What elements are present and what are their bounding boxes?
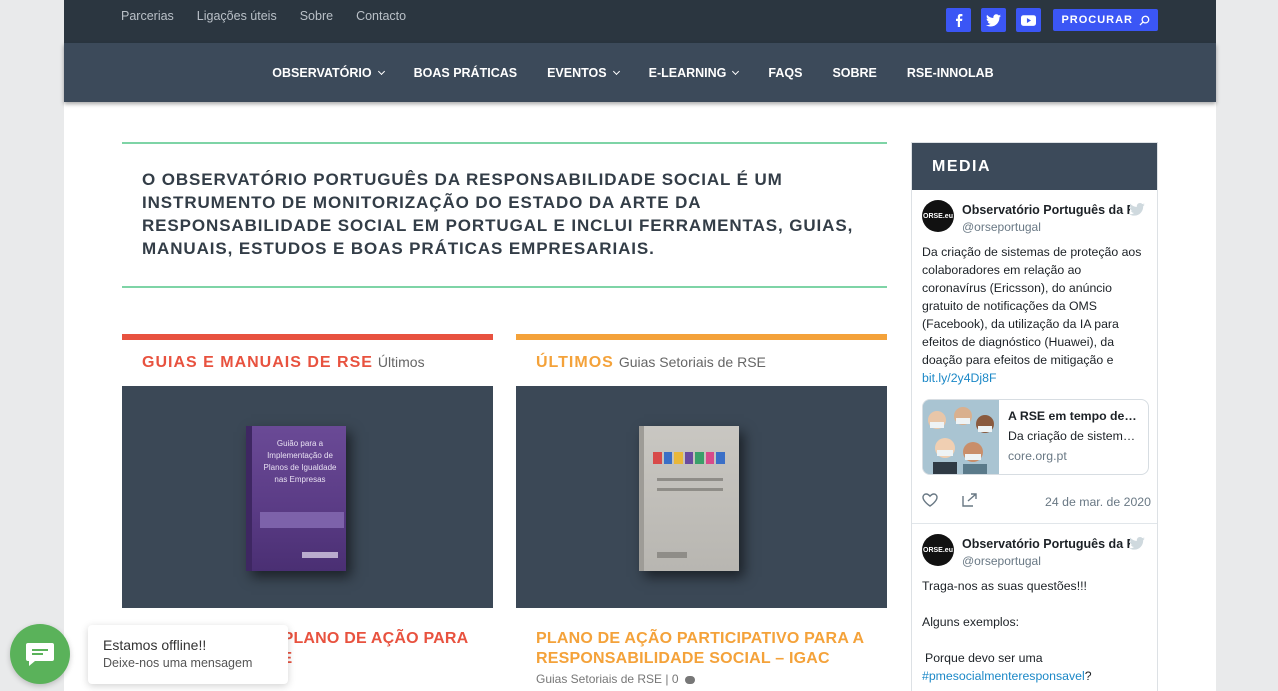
avatar[interactable]: ORSE.eu — [922, 200, 954, 232]
tweet-link[interactable]: bit.ly/2y4Dj8F — [922, 371, 997, 385]
nav-item-label: OBSERVATÓRIO — [272, 65, 372, 80]
nav-item-rse-innolab[interactable]: RSE-INNOLAB — [907, 66, 994, 80]
book-cover-igac — [639, 426, 739, 571]
media-widget: MEDIA ORSE.eu Observatório Português da … — [911, 142, 1158, 691]
nav-item-observatorio[interactable]: OBSERVATÓRIO — [272, 65, 385, 80]
twitter-icon[interactable] — [981, 8, 1007, 32]
tweet-line: Porque devo ser uma — [925, 651, 1043, 665]
comment-icon — [684, 675, 695, 684]
facebook-icon[interactable] — [946, 8, 972, 32]
chevron-down-icon — [377, 67, 385, 75]
card-title[interactable]: GUIAS E MANUAIS DE RSE — [142, 354, 373, 372]
tweet-divider — [912, 523, 1157, 524]
post-title[interactable]: PLANO DE AÇÃO PARTICIPATIVO PARA A RESPO… — [536, 629, 866, 669]
top-link-sobre[interactable]: Sobre — [300, 9, 333, 23]
post-meta: Guias Setoriais de RSE | 0 — [536, 672, 695, 686]
top-bar: Parcerias Ligações úteis Sobre Contacto … — [64, 0, 1216, 43]
avatar[interactable]: ORSE.eu — [922, 534, 954, 566]
tweet-line: Traga-nos as suas questões!!! — [922, 579, 1087, 593]
chevron-down-icon — [612, 67, 620, 75]
chat-prompt: Deixe-nos uma mensagem — [103, 656, 253, 670]
nav-item-e-learning[interactable]: E-LEARNING — [648, 65, 740, 80]
search-button-label: PROCURAR — [1061, 14, 1133, 26]
link-preview-thumbnail — [923, 400, 999, 474]
tweet-actions: 24 de mar. de 2020 — [922, 492, 1151, 512]
heart-icon[interactable] — [922, 493, 938, 507]
link-preview-title: A RSE em tempo de … — [1008, 409, 1138, 423]
top-links: Parcerias Ligações úteis Sobre Contacto — [121, 9, 406, 23]
card-subtitle[interactable]: Guias Setoriais de RSE — [619, 354, 766, 370]
card-title[interactable]: ÚLTIMOS — [536, 354, 614, 372]
link-preview-card[interactable]: A RSE em tempo de … Da criação de sistem… — [922, 399, 1149, 475]
chevron-down-icon — [732, 67, 740, 75]
nav-item-eventos[interactable]: EVENTOS — [547, 65, 620, 80]
nav-item-label: BOAS PRÁTICAS — [413, 65, 518, 80]
nav-item-sobre[interactable]: SOBRE — [832, 66, 876, 80]
chat-launcher-button[interactable] — [10, 624, 70, 684]
link-preview-domain: core.org.pt — [1008, 449, 1067, 463]
top-link-parcerias[interactable]: Parcerias — [121, 9, 174, 23]
link-preview-description: Da criação de sistem… — [1008, 429, 1136, 443]
intro-text: O OBSERVATÓRIO PORTUGUÊS DA RESPONSABILI… — [142, 170, 854, 258]
social-links: PROCURAR — [946, 8, 1158, 32]
book-cover-guiao: Guião para a Implementação de Planos de … — [246, 426, 346, 571]
search-button[interactable]: PROCURAR — [1053, 9, 1158, 31]
tweet-date[interactable]: 24 de mar. de 2020 — [1045, 495, 1151, 509]
tweet-hashtag[interactable]: #pmesocialmenteresponsavel — [922, 669, 1085, 683]
card-header: ÚLTIMOS Guias Setoriais de RSE — [516, 340, 887, 386]
tweet-handle[interactable]: @orseportugal — [962, 554, 1041, 568]
chat-status: Estamos offline!! — [103, 637, 207, 653]
chat-offline-popup[interactable]: Estamos offline!! Deixe-nos uma mensagem — [88, 625, 288, 684]
tweet-author-name[interactable]: Observatório Português da Re — [962, 537, 1130, 551]
nav-item-label: FAQS — [768, 65, 803, 80]
nav-item-faqs[interactable]: FAQS — [768, 66, 802, 80]
tweet-text: Da criação de sistemas de proteção aos c… — [922, 243, 1142, 387]
main-nav: OBSERVATÓRIO BOAS PRÁTICAS EVENTOS E-LEA… — [64, 43, 1216, 102]
tweet-body: Da criação de sistemas de proteção aos c… — [922, 245, 1142, 367]
top-link-contacto[interactable]: Contacto — [356, 9, 406, 23]
twitter-bird-icon[interactable] — [1129, 537, 1145, 550]
tweet-text: Traga-nos as suas questões!!! Alguns exe… — [922, 577, 1142, 685]
youtube-icon[interactable] — [1016, 8, 1042, 32]
tweet-punctuation: ? — [1084, 669, 1092, 683]
media-title: MEDIA — [912, 143, 1157, 190]
card-subtitle[interactable]: Últimos — [378, 354, 425, 370]
share-icon[interactable] — [962, 493, 978, 507]
nav-item-label: EVENTOS — [547, 65, 607, 80]
nav-item-label: E-LEARNING — [648, 65, 727, 80]
nav-item-boas-praticas[interactable]: BOAS PRÁTICAS — [414, 66, 517, 80]
card-image[interactable] — [516, 386, 887, 608]
top-link-ligacoes-uteis[interactable]: Ligações úteis — [197, 9, 277, 23]
chat-icon — [26, 643, 54, 666]
card-ultimos: ÚLTIMOS Guias Setoriais de RSE PLANO DE … — [516, 334, 887, 691]
tweet-handle[interactable]: @orseportugal — [962, 220, 1041, 234]
post-category-and-comments[interactable]: Guias Setoriais de RSE | 0 — [536, 672, 679, 686]
nav-item-label: RSE-INNOLAB — [906, 65, 994, 80]
twitter-bird-icon[interactable] — [1129, 203, 1145, 216]
intro-banner: O OBSERVATÓRIO PORTUGUÊS DA RESPONSABILI… — [122, 142, 887, 288]
tweet-author-name[interactable]: Observatório Português da Re — [962, 203, 1130, 217]
book-title-text: Guião para a Implementação de Planos de … — [263, 439, 337, 484]
card-header: GUIAS E MANUAIS DE RSE Últimos — [122, 340, 493, 386]
search-icon — [1139, 15, 1150, 26]
nav-item-label: SOBRE — [832, 65, 877, 80]
tweet-line: Alguns exemplos: — [922, 615, 1020, 629]
card-image[interactable]: Guião para a Implementação de Planos de … — [122, 386, 493, 608]
